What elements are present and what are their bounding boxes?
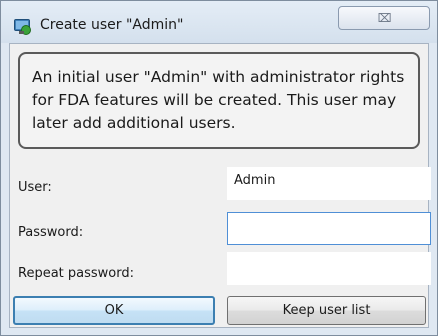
user-field[interactable]: Admin [227, 167, 431, 200]
repeat-password-field[interactable] [227, 252, 431, 285]
close-icon: ⌧ [377, 11, 392, 25]
user-label: User: [18, 180, 52, 195]
dialog-window: Create user "Admin" ⌧ An initial user "A… [0, 0, 438, 336]
info-box: An initial user "Admin" with administrat… [18, 52, 420, 149]
info-message: An initial user "Admin" with administrat… [32, 68, 405, 132]
password-field[interactable] [227, 212, 431, 245]
password-label: Password: [18, 225, 84, 240]
close-button[interactable]: ⌧ [338, 6, 430, 30]
title-bar[interactable]: Create user "Admin" ⌧ [1, 1, 437, 43]
app-icon [14, 19, 31, 35]
window-title: Create user "Admin" [40, 17, 184, 33]
keep-user-list-button[interactable]: Keep user list [227, 296, 426, 325]
ok-button[interactable]: OK [13, 296, 215, 325]
dialog-content: An initial user "Admin" with administrat… [9, 43, 431, 328]
repeat-password-label: Repeat password: [18, 266, 134, 281]
